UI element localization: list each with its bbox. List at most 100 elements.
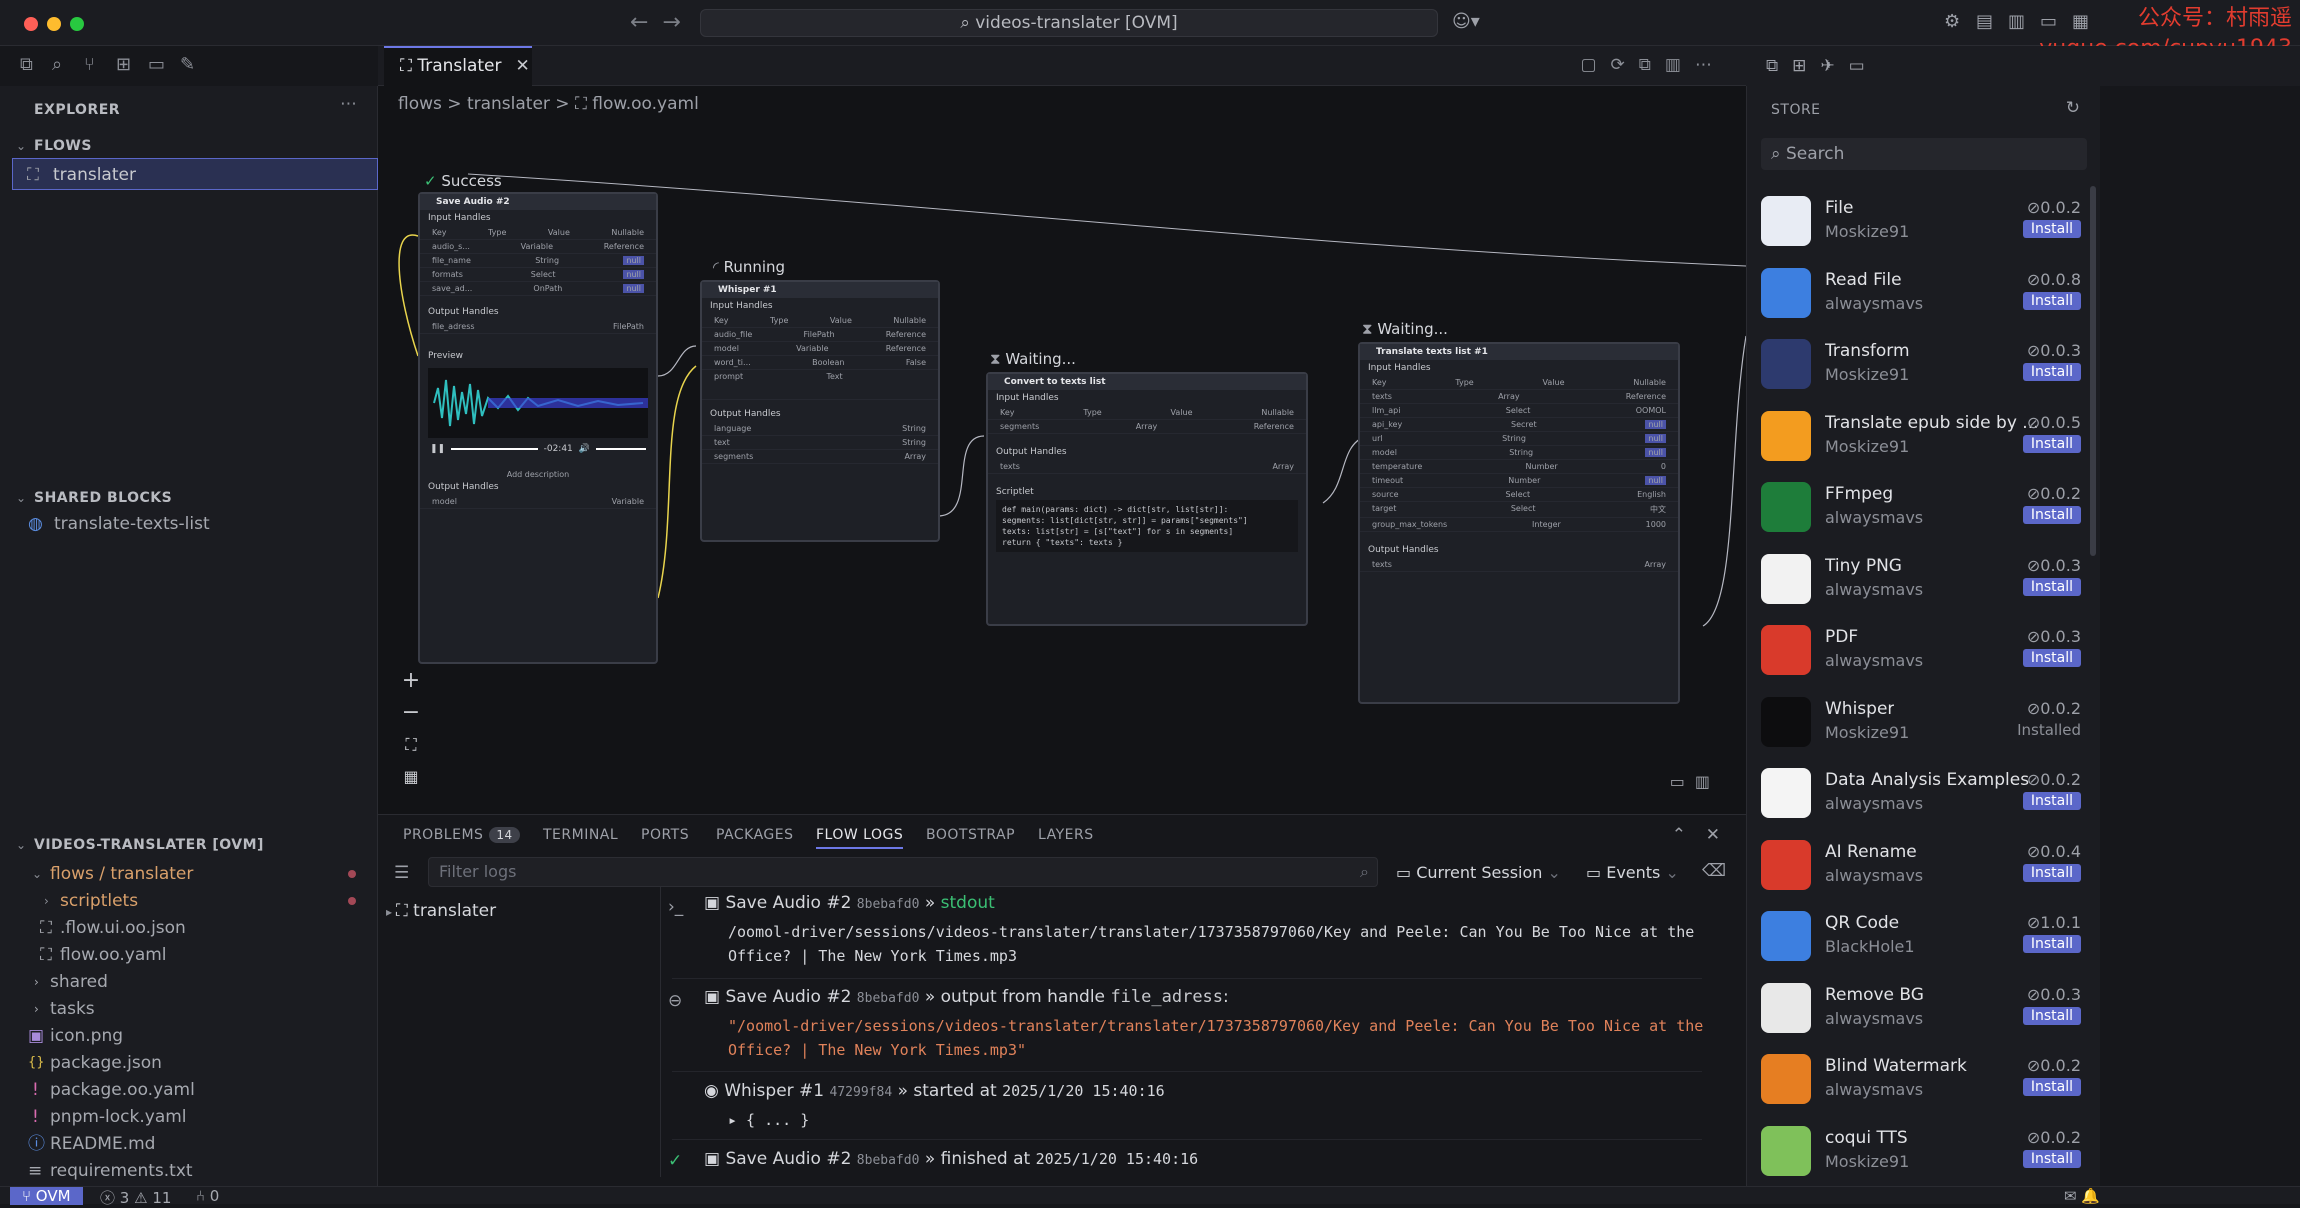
install-button[interactable]: Install bbox=[2022, 649, 2081, 667]
volume-slider[interactable] bbox=[596, 448, 646, 450]
notification-icons[interactable]: ✉ 🔔 bbox=[2064, 1187, 2100, 1205]
clear-icon[interactable]: ⌫ bbox=[1702, 861, 1726, 881]
cell[interactable]: False bbox=[906, 358, 926, 367]
settings-icon[interactable]: ⚙ bbox=[1944, 11, 1960, 32]
chevron-down-icon[interactable]: ⌄ bbox=[16, 838, 26, 852]
cell[interactable]: 1000 bbox=[1646, 520, 1666, 529]
store-item[interactable]: FFmpeg alwaysmavs ⊘0.0.2 Install bbox=[1761, 476, 2091, 540]
ports-status[interactable]: ⑃ 0 bbox=[196, 1187, 219, 1205]
copilot-icon[interactable]: ☺▾ bbox=[1452, 11, 1480, 32]
install-button[interactable]: Install bbox=[2022, 1078, 2081, 1096]
cell[interactable]: Reference bbox=[1254, 422, 1294, 431]
cell[interactable]: null bbox=[1645, 476, 1666, 485]
layout-icon[interactable]: ▤ bbox=[1976, 11, 1993, 32]
toggle-sidebar-icon[interactable]: ▥ bbox=[2008, 11, 2025, 32]
node-translate[interactable]: Translate texts list #1 Input Handles Ke… bbox=[1358, 342, 1680, 704]
store-item[interactable]: coqui TTS Moskize91 ⊘0.0.2 Install bbox=[1761, 1120, 2091, 1184]
log-entry-4[interactable]: ▣ Save Audio #2 8bebafd0 » finished at 2… bbox=[704, 1149, 1198, 1169]
node-save-audio[interactable]: Save Audio #2 Input Handles Key Type Value… bbox=[418, 192, 658, 664]
maximize-panel-icon[interactable]: ⌃ bbox=[1672, 825, 1686, 845]
install-button[interactable]: Install bbox=[2022, 363, 2081, 381]
store-item[interactable]: AI Rename alwaysmavs ⊘0.0.4 Install bbox=[1761, 834, 2091, 898]
cell[interactable]: null bbox=[1645, 420, 1666, 429]
command-center[interactable]: ⌕ videos-translater [OVM] bbox=[700, 9, 1438, 37]
zoom-in-button[interactable]: + bbox=[396, 666, 426, 696]
log-entry-2[interactable]: ▣ Save Audio #2 8bebafd0 » output from h… bbox=[704, 987, 1229, 1007]
volume-icon[interactable]: 🔊 bbox=[579, 444, 590, 454]
shared-blocks-header[interactable]: SHARED BLOCKS bbox=[34, 490, 172, 506]
explorer-icon[interactable]: ⧉ bbox=[20, 54, 33, 75]
flow-item-translater[interactable]: ⛶ translater bbox=[12, 158, 378, 190]
session-select[interactable]: ▭ Current Session ⌄ bbox=[1396, 863, 1561, 882]
cell[interactable]: Reference bbox=[886, 330, 926, 339]
log-entry-3[interactable]: ◉ Whisper #1 47299f84 » started at 2025/… bbox=[704, 1081, 1165, 1101]
tab-layers[interactable]: LAYERS bbox=[1038, 827, 1094, 843]
install-button[interactable]: Install bbox=[2022, 434, 2081, 453]
install-button[interactable]: Install bbox=[2022, 935, 2081, 953]
install-button[interactable]: Install bbox=[2022, 1149, 2081, 1168]
tab-terminal[interactable]: TERMINAL bbox=[543, 827, 618, 843]
log-expand[interactable]: ▸ { ... } bbox=[728, 1111, 809, 1129]
source-control-icon[interactable]: ⑂ bbox=[84, 54, 95, 75]
add-description[interactable]: Add description bbox=[420, 470, 656, 479]
more-icon[interactable]: ⋯ bbox=[340, 94, 357, 114]
shared-item[interactable]: ◍ translate-texts-list bbox=[0, 508, 376, 540]
secondary-actions[interactable]: ⧉⊞✈▭ bbox=[1766, 56, 1879, 76]
node-whisper[interactable]: Whisper #1 Input Handles Key Type Value Nul… bbox=[700, 280, 940, 542]
cell[interactable]: 0 bbox=[1661, 462, 1666, 471]
pause-icon[interactable]: ❚❚ bbox=[430, 444, 445, 454]
install-button[interactable]: Install bbox=[2022, 506, 2081, 524]
tree-item-requirements[interactable]: ≡ requirements.txt bbox=[0, 1155, 376, 1187]
refresh-icon[interactable]: ↻ bbox=[2066, 98, 2080, 118]
install-button[interactable]: Install bbox=[2022, 792, 2081, 810]
problems-status[interactable]: ⓧ 3 ⚠ 11 bbox=[100, 1187, 171, 1208]
cell[interactable]: null bbox=[623, 270, 644, 279]
tab-flow-logs[interactable]: FLOW LOGS bbox=[816, 827, 904, 849]
install-button[interactable]: Install bbox=[2022, 863, 2081, 882]
store-item[interactable]: QR Code BlackHole1 ⊘1.0.1 Install bbox=[1761, 905, 2091, 969]
store-item[interactable]: Tiny PNG alwaysmavs ⊘0.0.3 Install bbox=[1761, 548, 2091, 612]
audio-progress[interactable] bbox=[451, 448, 538, 450]
cell[interactable]: null bbox=[623, 284, 644, 293]
store-item[interactable]: Data Analysis Examples alwaysmavs ⊘0.0.2 In… bbox=[1761, 762, 2091, 826]
cell[interactable]: OOMOL bbox=[1636, 406, 1666, 415]
install-button[interactable]: Install bbox=[2022, 220, 2081, 238]
log-entry-1[interactable]: ▣ Save Audio #2 8bebafd0 » stdout bbox=[704, 893, 995, 913]
cell[interactable]: null bbox=[623, 256, 644, 265]
code-editor[interactable]: def main(params: dict) -> dict[str, list… bbox=[996, 500, 1298, 552]
search-icon[interactable]: ⌕ bbox=[52, 54, 62, 75]
store-search-input[interactable]: ⌕ Search bbox=[1761, 138, 2087, 170]
folder-icon[interactable]: ▭ bbox=[148, 54, 165, 75]
minimap-toggle-icon[interactable]: ▭▥ bbox=[1670, 772, 1720, 791]
chevron-down-icon[interactable]: ⌄ bbox=[16, 139, 26, 153]
list-icon[interactable]: ☰ bbox=[394, 863, 409, 883]
cell[interactable]: Reference bbox=[604, 242, 644, 251]
flows-header[interactable]: FLOWS bbox=[34, 138, 92, 154]
store-item[interactable]: Blind Watermark alwaysmavs ⊘0.0.2 Install bbox=[1761, 1048, 2091, 1112]
zoom-out-button[interactable]: − bbox=[396, 698, 426, 728]
fit-view-button[interactable]: ⛶ bbox=[396, 730, 426, 760]
extensions-icon[interactable]: ⊞ bbox=[116, 54, 131, 75]
audio-controls[interactable]: ❚❚ -02:41 🔊 bbox=[420, 442, 656, 456]
install-button[interactable]: Install bbox=[2022, 1006, 2081, 1025]
store-item[interactable]: PDF alwaysmavs ⊘0.0.3 Install bbox=[1761, 619, 2091, 683]
store-item[interactable]: File Moskize91 ⊘0.0.2 Install bbox=[1761, 190, 2091, 254]
minimize-window-button[interactable] bbox=[47, 17, 61, 31]
store-item[interactable]: Translate epub side by ... Moskize91 ⊘0.0.… bbox=[1761, 405, 2091, 469]
maximize-window-button[interactable] bbox=[70, 17, 84, 31]
store-item[interactable]: Transform Moskize91 ⊘0.0.3 Install bbox=[1761, 333, 2091, 397]
store-item[interactable]: Remove BG alwaysmavs ⊘0.0.3 Install bbox=[1761, 977, 2091, 1041]
chevron-down-icon[interactable]: ⌄ bbox=[16, 491, 26, 505]
store-item[interactable]: Read File alwaysmavs ⊘0.0.8 Install bbox=[1761, 262, 2091, 326]
close-window-button[interactable] bbox=[24, 17, 38, 31]
install-button[interactable]: Install bbox=[2022, 577, 2081, 596]
tools-icon[interactable]: ✎ bbox=[180, 54, 195, 75]
cell[interactable]: null bbox=[1645, 448, 1666, 457]
filter-logs-input[interactable]: Filter logs ⌕ bbox=[428, 857, 1378, 887]
cell[interactable]: null bbox=[1645, 434, 1666, 443]
tab-bootstrap[interactable]: BOOTSTRAP bbox=[926, 827, 1015, 843]
install-button[interactable]: Install bbox=[2022, 291, 2081, 310]
cell[interactable]: Reference bbox=[886, 344, 926, 353]
cell[interactable]: 中文 bbox=[1650, 504, 1666, 515]
node-convert[interactable]: Convert to texts list Input Handles Key T… bbox=[986, 372, 1308, 626]
